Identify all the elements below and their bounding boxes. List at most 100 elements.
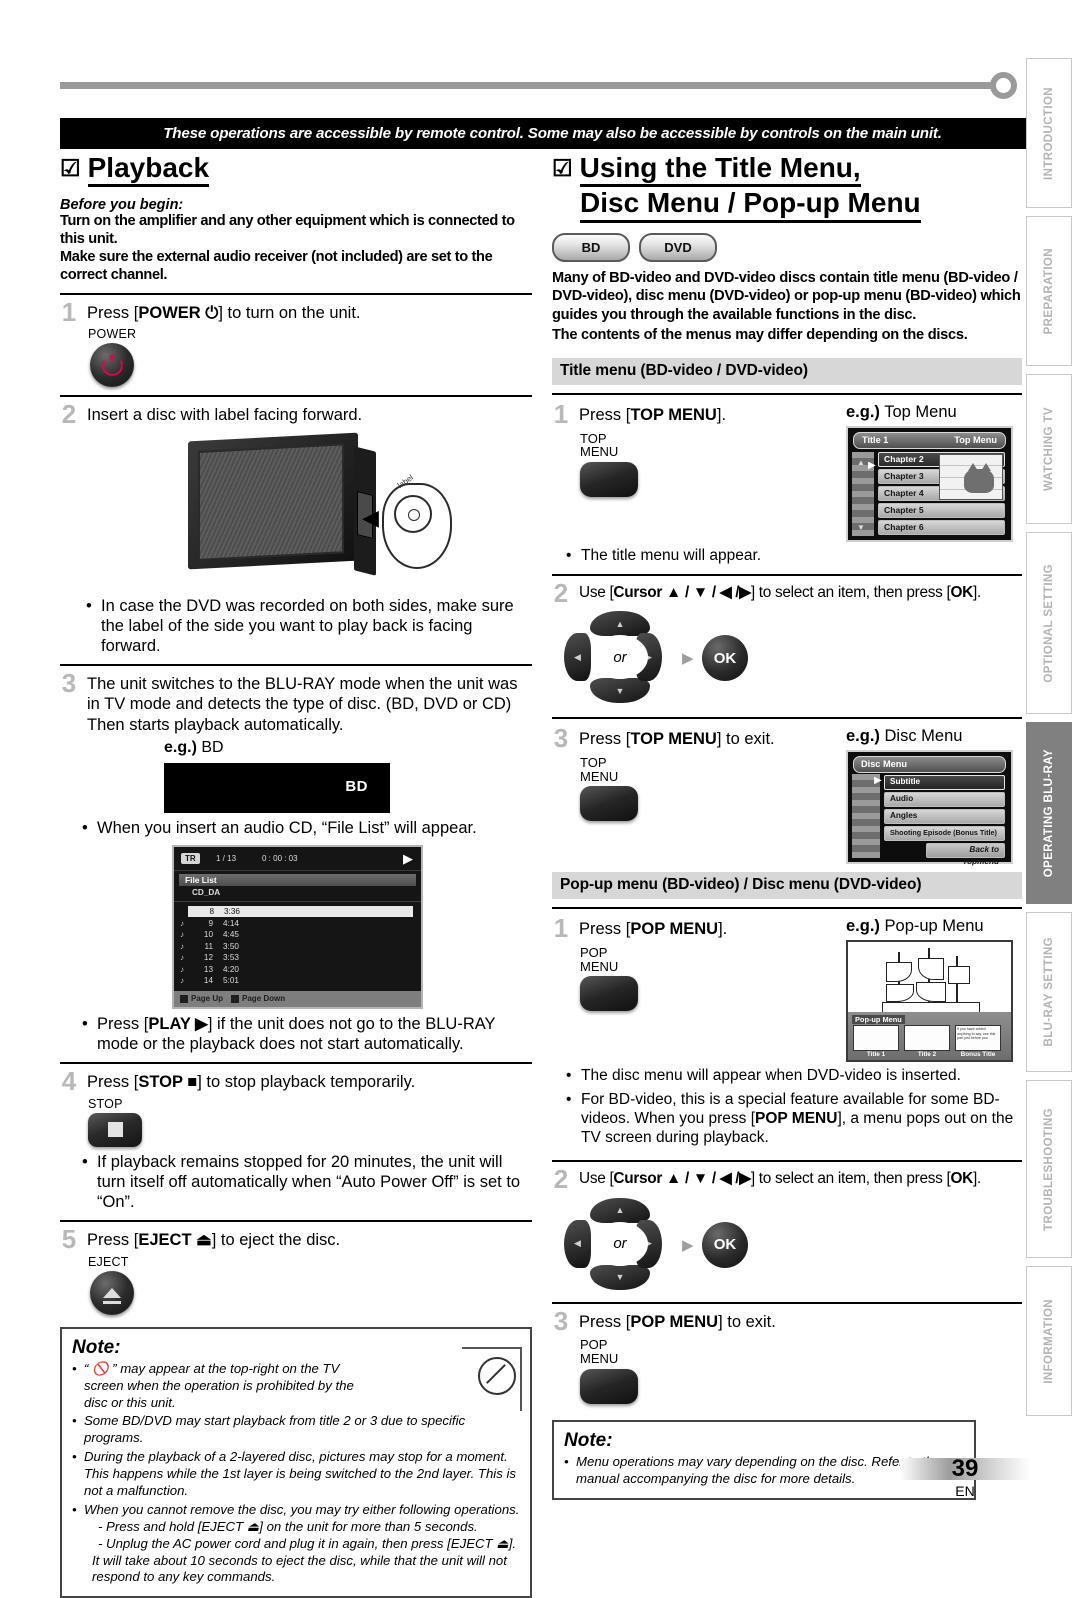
tr-badge: TR: [181, 852, 200, 864]
list-item[interactable]: Chapter 5: [878, 502, 1005, 519]
popup-bar: Pop-up Menu If you have added anything t…: [848, 1012, 1011, 1061]
list-item[interactable]: ♪ 14 5:01: [174, 975, 421, 987]
note-text: “ 🚫 ” may appear at the top-right on the…: [84, 1360, 354, 1410]
thumbnail-title1[interactable]: [853, 1025, 899, 1052]
sidebar-item-bluray-setting[interactable]: BLU-RAY SETTING: [1026, 912, 1072, 1072]
list-item[interactable]: Subtitle: [884, 775, 1005, 791]
cursor-key-label: Cursor ▲ / ▼ / ◀ /▶: [613, 583, 751, 601]
note-subitem: It will take about 10 seconds to eject t…: [92, 1552, 507, 1585]
file-list-header: File List: [179, 873, 416, 886]
step-number: 3: [61, 668, 77, 699]
cursor-up-button[interactable]: ▲: [590, 1197, 650, 1223]
top-menu-button[interactable]: [580, 461, 638, 497]
page-up-key[interactable]: Page Up: [180, 994, 223, 1003]
track-time: 3:53: [223, 953, 239, 963]
step-text-b: ] to stop playback temporarily.: [197, 1073, 416, 1092]
right-column: ☑ Using the Title Menu, Disc Menu / Pop-…: [552, 152, 1022, 1500]
list-item[interactable]: ♪ 10 4:45: [174, 929, 421, 941]
popup-captions: Title 1 Title 2 Bonus Title: [853, 1051, 1006, 1058]
step-text-b: ].: [716, 405, 727, 424]
track-time: 4:45: [223, 930, 239, 940]
bullet-text: The disc menu will appear when DVD-video…: [581, 1067, 961, 1085]
osd-header: TR 1 / 13 0 : 00 : 03 ▶: [174, 847, 421, 871]
power-button[interactable]: [90, 343, 134, 388]
track-number: 12: [203, 953, 213, 963]
sidebar-item-operating-bluray[interactable]: OPERATING BLU-RAY: [1026, 722, 1072, 904]
list-item[interactable]: Chapter 6: [878, 519, 1005, 536]
step-text-b: ] to turn on the unit.: [218, 303, 361, 322]
sidebar-item-watching-tv[interactable]: WATCHING TV: [1026, 374, 1072, 524]
cursor-down-button[interactable]: ▼: [590, 1264, 650, 1290]
page-title-line1: Using the Title Menu,: [579, 152, 861, 188]
list-item[interactable]: Angles: [884, 809, 1005, 825]
top-rule: [60, 82, 1010, 89]
list-item[interactable]: ♪ 12 3:53: [174, 952, 421, 964]
track-number: 14: [203, 976, 213, 986]
ok-button[interactable]: OK: [702, 635, 748, 682]
note-item: • When you cannot remove the disc, you ma…: [72, 1502, 520, 1519]
step-text-a: Press [: [579, 920, 631, 939]
note-title: Note:: [72, 1336, 121, 1358]
list-item[interactable]: ♪ 9 4:14: [174, 917, 421, 929]
pop-menu-key-label: POP MENU: [755, 1110, 838, 1128]
eg-prefix: e.g.): [164, 738, 197, 756]
pop-menu-button[interactable]: [580, 976, 638, 1012]
cursor-down-button[interactable]: ▼: [590, 678, 650, 704]
note-item: • During the playback of a 2-layered disc…: [72, 1449, 520, 1500]
step-2-cursor: 2 Use [Cursor ▲ / ▼ / ◀ /▶] to select an…: [552, 577, 1022, 608]
sidebar-item-introduction[interactable]: INTRODUCTION: [1026, 58, 1072, 208]
ship-sail: [886, 962, 912, 983]
sidebar-item-information[interactable]: INFORMATION: [1026, 1266, 1072, 1416]
list-item[interactable]: ♪ 11 3:50: [174, 940, 421, 952]
pop-menu-button[interactable]: [580, 1368, 638, 1404]
subsection-popup-menu: Pop-up menu (BD-video) / Disc menu (DVD-…: [552, 872, 1022, 900]
step-text: Press [POP MENU].: [579, 916, 727, 939]
caption-line2: MENU: [580, 444, 619, 460]
step-3-bullet-cd: • When you insert an audio CD, “File List…: [60, 818, 532, 838]
divider: [174, 900, 421, 902]
sidebar-item-preparation[interactable]: PREPARATION: [1026, 216, 1072, 366]
top-circle-ornament: [990, 72, 1017, 99]
track-list: 8 3:36 ♪ 9 4:14 ♪ 10 4:45 ♪ 11 3:50 ♪ 12 3:53 ♪ 13…: [174, 905, 421, 987]
ok-key-label: OK: [950, 583, 974, 601]
list-item[interactable]: ♪ 13 4:20: [174, 963, 421, 975]
ship-sail: [916, 982, 946, 1003]
sidebar-item-troubleshooting[interactable]: TROUBLESHOOTING: [1026, 1080, 1072, 1258]
step-5: 5 Press [EJECT ⏏] to eject the disc.: [60, 1224, 532, 1255]
cursor-left-button[interactable]: ◀: [564, 633, 591, 682]
tv-disc-insert-illustration: ◀ label: [60, 431, 532, 591]
before-you-begin-line1: Turn on the amplifier and any other equi…: [60, 213, 515, 248]
list-item[interactable]: Audio: [884, 792, 1005, 808]
bullet-dot: •: [82, 818, 88, 837]
eg-label: BD: [201, 738, 224, 756]
eg-prefix: e.g.): [846, 917, 880, 936]
caption-title2: Title 2: [917, 1051, 937, 1059]
list-item[interactable]: 8 3:36: [188, 905, 413, 918]
step-number: 5: [61, 1224, 77, 1255]
step-1-popmenu: 1 Press [POP MENU].: [552, 916, 846, 942]
osd-key-bar: Page Up Page Down: [174, 990, 421, 1007]
page-down-key[interactable]: Page Down: [231, 994, 285, 1003]
thumbnail-bonus[interactable]: If you have added anything to say, use t…: [955, 1025, 1001, 1052]
thumbnail-title2[interactable]: [904, 1025, 950, 1052]
ship-illustration: [874, 948, 986, 1022]
stop-button[interactable]: [88, 1112, 142, 1147]
prohibited-icon: [478, 1356, 516, 1395]
divider: [552, 907, 1022, 910]
back-to-topmenu-item[interactable]: Back to Topmenu: [926, 843, 1005, 866]
eject-button[interactable]: [90, 1270, 134, 1315]
play-icon: ▶: [403, 850, 413, 866]
bullet-text: When you insert an audio CD, “File List”…: [97, 818, 477, 837]
ok-button[interactable]: OK: [702, 1221, 748, 1268]
top-menu-button[interactable]: [580, 786, 638, 822]
cursor-left-button[interactable]: ◀: [564, 1219, 591, 1268]
step-number: 2: [553, 577, 569, 608]
list-item[interactable]: Shooting Episode (Bonus Title): [884, 826, 1005, 842]
note-text: Some BD/DVD may start playback from titl…: [84, 1413, 466, 1446]
tv-screen: [198, 443, 344, 561]
music-note-icon: ♪: [180, 930, 184, 940]
sidebar-item-optional-setting[interactable]: OPTIONAL SETTING: [1026, 532, 1072, 714]
step-text: Insert a disc with label facing forward.: [87, 406, 363, 425]
divider: [60, 292, 532, 295]
pop-menu-key-label: POP MENU: [630, 1312, 719, 1331]
